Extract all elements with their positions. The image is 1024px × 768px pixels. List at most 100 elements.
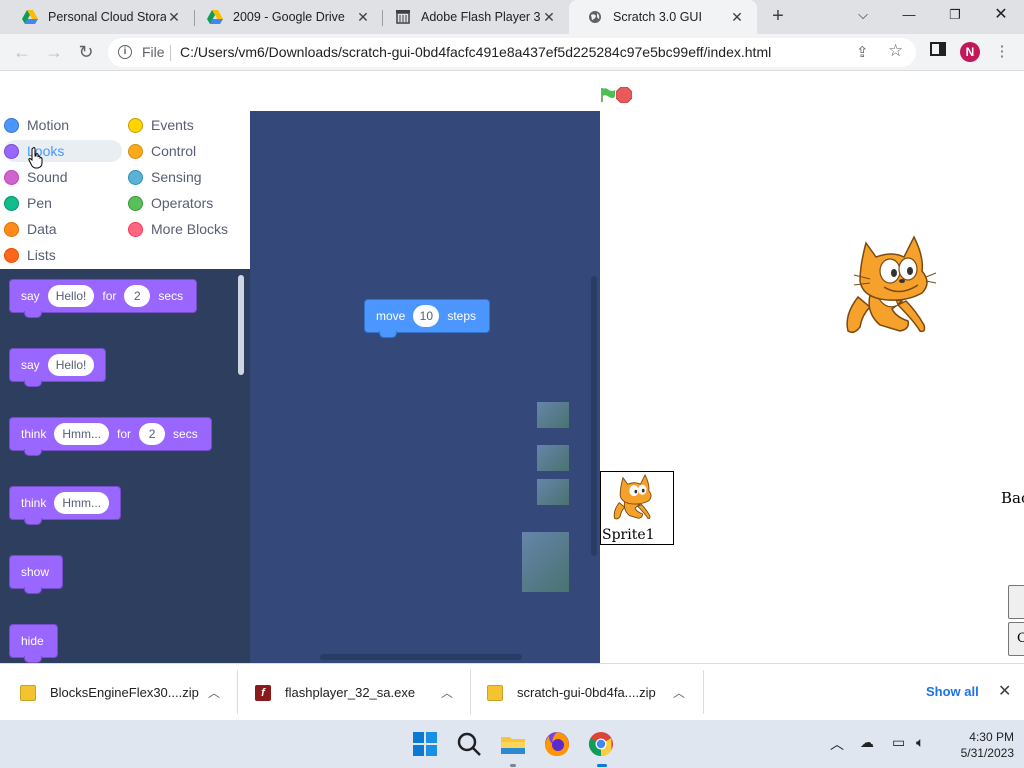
- download-item-flashplayer[interactable]: f flashplayer_32_sa.exe ︿: [255, 664, 469, 721]
- message-input[interactable]: Hello!: [47, 285, 95, 307]
- seconds-input[interactable]: 2: [124, 285, 151, 307]
- google-drive-icon: [207, 9, 223, 25]
- scratch-cat-sprite[interactable]: [840, 235, 940, 339]
- tab-adobe-flash-player[interactable]: Adobe Flash Player 32 ✕: [377, 0, 569, 34]
- address-bar[interactable]: i File C:/Users/vm6/Downloads/scratch-gu…: [108, 38, 916, 67]
- globe-icon: [587, 9, 603, 25]
- tab-2009-google-drive[interactable]: 2009 - Google Drive ✕: [189, 0, 383, 34]
- category-dot: [4, 117, 19, 133]
- category-dot: [4, 247, 19, 263]
- category-lists[interactable]: Lists: [4, 244, 122, 266]
- chevron-up-icon[interactable]: ︿: [441, 684, 453, 701]
- monitor-icon[interactable]: ▭: [892, 734, 905, 751]
- minimize-icon[interactable]: —: [886, 0, 932, 30]
- forward-arrow-icon[interactable]: →: [42, 40, 66, 64]
- stage-side-button-c[interactable]: C: [1008, 622, 1024, 656]
- firefox-icon[interactable]: [543, 730, 571, 758]
- download-item-scratch-gui[interactable]: scratch-gui-0bd4fa....zip ︿: [487, 664, 701, 721]
- block-think[interactable]: think Hmm...: [9, 486, 122, 525]
- more-menu-icon[interactable]: ⋮: [992, 42, 1012, 62]
- workspace-horizontal-scrollbar[interactable]: [320, 654, 522, 660]
- block-say[interactable]: say Hello!: [9, 348, 107, 387]
- close-tab-icon[interactable]: ✕: [729, 9, 745, 25]
- chevron-up-icon[interactable]: ︿: [673, 684, 685, 701]
- trash-can-button[interactable]: [522, 532, 569, 592]
- block-move-steps[interactable]: move 10 steps: [364, 299, 491, 338]
- search-icon[interactable]: [455, 730, 483, 758]
- zoom-reset-button[interactable]: [537, 479, 569, 505]
- stop-icon[interactable]: [616, 87, 632, 103]
- stage-side-button[interactable]: [1008, 585, 1024, 619]
- message-input[interactable]: Hmm...: [54, 423, 110, 445]
- tab-search-chevron-icon[interactable]: ⌵: [840, 0, 886, 30]
- block-think-for-secs[interactable]: think Hmm... for 2 secs: [9, 417, 212, 456]
- script-workspace[interactable]: move 10 steps: [250, 111, 600, 663]
- url-text[interactable]: C:/Users/vm6/Downloads/scratch-gui-0bd4f…: [180, 44, 771, 60]
- category-operators[interactable]: Operators: [128, 192, 246, 214]
- chevron-up-icon[interactable]: ︿: [830, 734, 844, 754]
- message-input[interactable]: Hmm...: [54, 492, 110, 514]
- category-sensing[interactable]: Sensing: [128, 166, 246, 188]
- zoom-in-button[interactable]: [537, 402, 569, 428]
- category-data[interactable]: Data: [4, 218, 122, 240]
- workspace-vertical-scrollbar[interactable]: [591, 276, 597, 556]
- download-item-blocksengine[interactable]: BlocksEngineFlex30....zip ︿: [20, 664, 238, 721]
- tab-scratch-gui[interactable]: Scratch 3.0 GUI ✕: [569, 0, 757, 34]
- side-panel-icon[interactable]: [928, 42, 948, 62]
- green-flag-icon[interactable]: [600, 87, 616, 103]
- message-input[interactable]: Hello!: [47, 354, 95, 376]
- zip-folder-icon: [487, 684, 503, 701]
- bookmark-star-icon[interactable]: ☆: [888, 41, 903, 61]
- system-clock[interactable]: 4:30 PM 5/31/2023: [944, 729, 1014, 761]
- block-notch: [24, 380, 42, 387]
- zoom-out-button[interactable]: [537, 445, 569, 471]
- category-control[interactable]: Control: [128, 140, 246, 162]
- browser-toolbar: ← → ↻ i File C:/Users/vm6/Downloads/scra…: [0, 34, 1024, 71]
- close-tab-icon[interactable]: ✕: [355, 9, 371, 25]
- close-window-icon[interactable]: ✕: [978, 0, 1024, 30]
- sprite-name: Sprite1: [602, 527, 655, 543]
- info-icon[interactable]: i: [118, 45, 132, 59]
- close-shelf-icon[interactable]: ✕: [998, 681, 1011, 701]
- palette-scrollbar[interactable]: [238, 275, 244, 375]
- reload-icon[interactable]: ↻: [74, 40, 98, 64]
- category-dot: [4, 221, 19, 237]
- windows-start-icon[interactable]: [411, 730, 439, 758]
- block-show[interactable]: show: [9, 555, 64, 594]
- category-sound[interactable]: Sound: [4, 166, 122, 188]
- block-notch: [24, 518, 42, 525]
- volume-icon[interactable]: 🔈︎: [916, 734, 924, 751]
- address-divider: [170, 45, 171, 61]
- tab-personal-cloud-storage[interactable]: Personal Cloud Storage ✕: [4, 0, 194, 34]
- show-all-link[interactable]: Show all: [926, 684, 979, 699]
- restore-icon[interactable]: ❐: [932, 0, 978, 30]
- block-hide[interactable]: hide: [9, 624, 58, 663]
- category-motion[interactable]: Motion: [4, 114, 122, 136]
- flash-icon: f: [255, 684, 271, 701]
- sprite-tile[interactable]: Sprite1: [600, 471, 674, 545]
- seconds-input[interactable]: 2: [139, 423, 166, 445]
- category-dot: [4, 143, 19, 159]
- category-more-blocks[interactable]: More Blocks: [128, 218, 246, 240]
- block-notch: [24, 587, 42, 594]
- category-dot: [128, 195, 143, 211]
- category-looks[interactable]: Looks: [4, 140, 122, 162]
- google-drive-icon: [22, 9, 38, 25]
- share-icon[interactable]: ⇪: [856, 43, 869, 61]
- block-say-for-secs[interactable]: say Hello! for 2 secs: [9, 279, 198, 318]
- hand-pointer-cursor-icon: [28, 147, 43, 169]
- steps-input[interactable]: 10: [413, 305, 440, 327]
- profile-avatar[interactable]: N: [960, 42, 980, 62]
- chevron-up-icon[interactable]: ︿: [208, 684, 220, 701]
- back-arrow-icon[interactable]: ←: [10, 40, 34, 64]
- chrome-icon[interactable]: [587, 730, 615, 758]
- category-dot: [4, 195, 19, 211]
- close-tab-icon[interactable]: ✕: [541, 9, 557, 25]
- close-tab-icon[interactable]: ✕: [166, 9, 182, 25]
- file-explorer-icon[interactable]: [499, 730, 527, 758]
- clock-time: 4:30 PM: [969, 730, 1014, 744]
- cloud-offline-icon[interactable]: ☁: [860, 734, 874, 751]
- category-pen[interactable]: Pen: [4, 192, 122, 214]
- category-events[interactable]: Events: [128, 114, 246, 136]
- new-tab-button[interactable]: +: [767, 5, 789, 27]
